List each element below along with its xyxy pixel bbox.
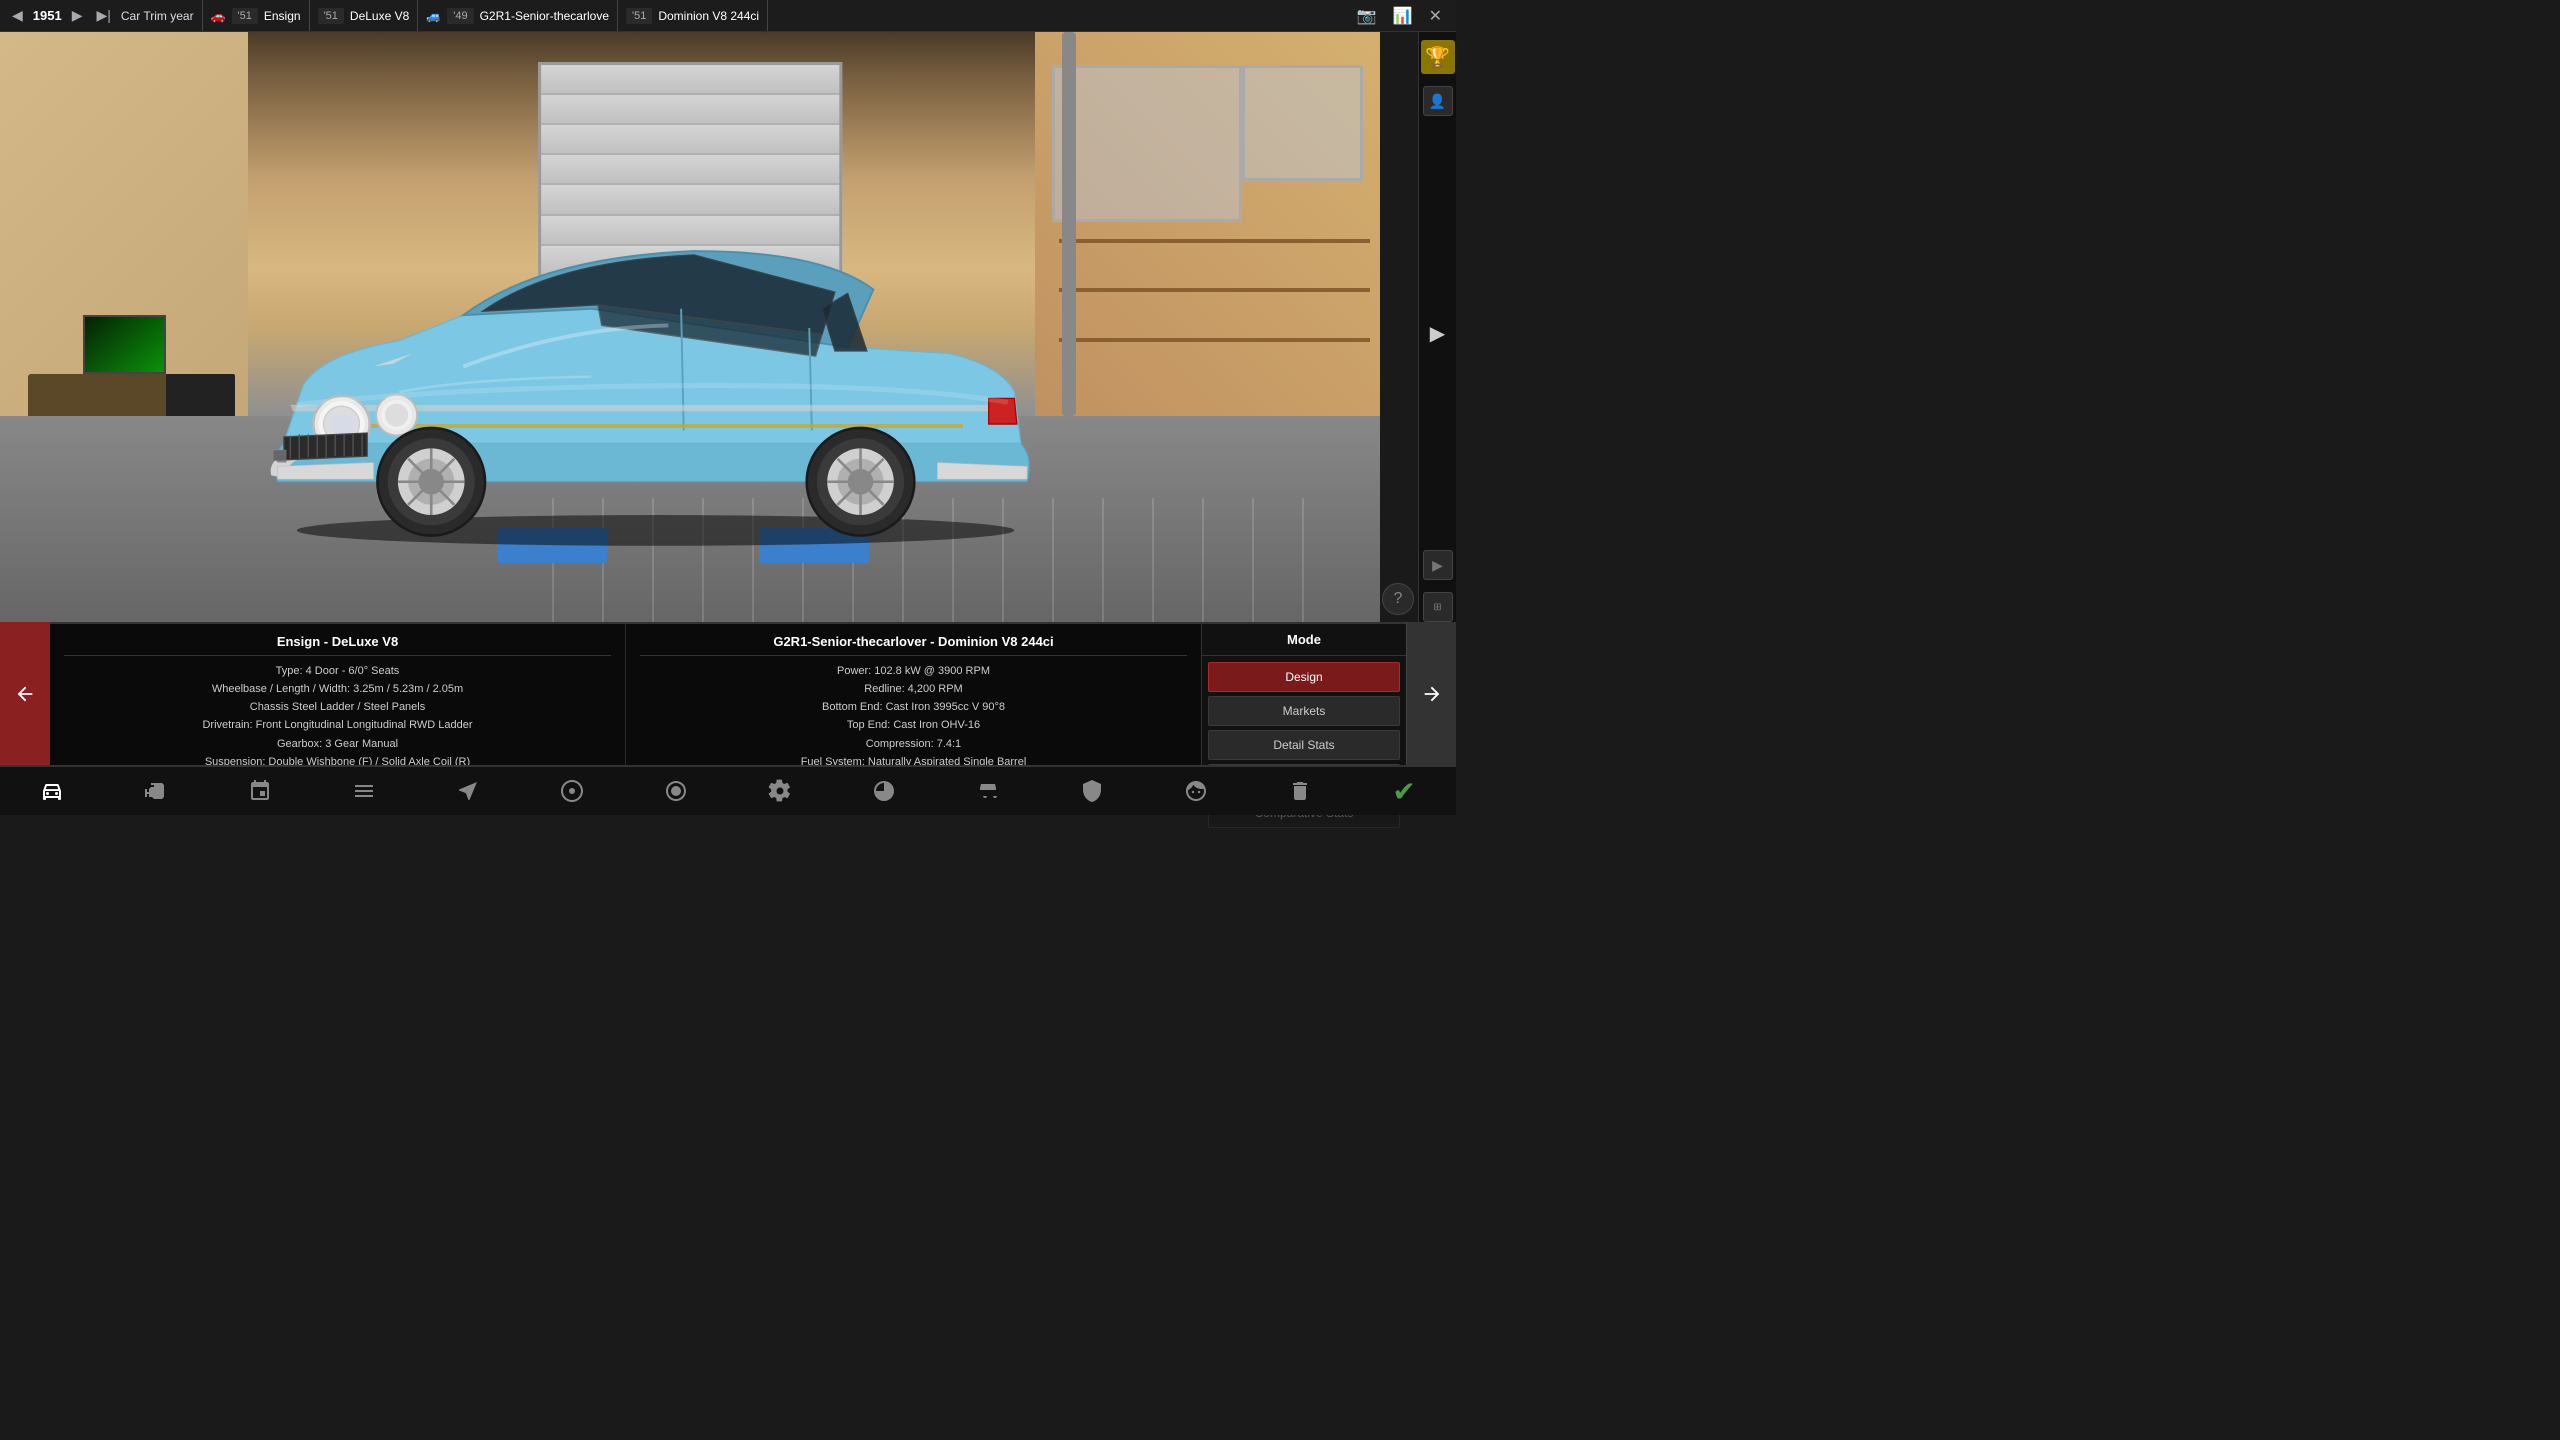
- window-2: [1242, 65, 1363, 181]
- close-btn[interactable]: ✕: [1423, 4, 1448, 28]
- garage-scene: [0, 32, 1380, 622]
- grid-icon-btn[interactable]: ⊞: [1423, 592, 1453, 622]
- toolbar-interior-btn[interactable]: [968, 775, 1008, 807]
- car3-section[interactable]: 🚙 '49 G2R1-Senior-thecarlove: [418, 0, 618, 31]
- trim-year-label: Car Trim year: [121, 9, 194, 23]
- back-nav-btn[interactable]: [0, 622, 50, 765]
- mode-title: Mode: [1202, 624, 1406, 656]
- toolbar-safety-btn[interactable]: [1072, 775, 1112, 807]
- toolbar-brakes-btn[interactable]: [656, 775, 696, 807]
- prev-year-btn[interactable]: ◀: [8, 5, 27, 26]
- skip-year-btn[interactable]: ▶|: [92, 5, 114, 26]
- engine-stat-3: Top End: Cast Iron OHV-16: [640, 716, 1187, 734]
- door-stripe: [541, 95, 839, 125]
- engine-stat-1: Redline: 4,200 RPM: [640, 680, 1187, 698]
- toolbar-drivetrain-btn[interactable]: [864, 775, 904, 807]
- right-side-panel: 🏆 👤 ▶ ▶ ⊞: [1418, 32, 1456, 622]
- car3-name: G2R1-Senior-thecarlove: [480, 9, 609, 23]
- door-stripe: [541, 125, 839, 155]
- car1-year: '51: [232, 8, 258, 24]
- year-display: 1951: [33, 8, 62, 23]
- mode-panel: Mode Design Markets Detail Stats Test Tr…: [1201, 624, 1406, 765]
- car2-name: DeLuxe V8: [350, 9, 409, 23]
- shelf-3: [1059, 338, 1370, 342]
- engine-stat-0: Power: 102.8 kW @ 3900 RPM: [640, 662, 1187, 680]
- trim-stat-0: Type: 4 Door - 6/0° Seats: [64, 662, 611, 680]
- car1-icon: 🚗: [211, 9, 226, 23]
- top-bar-right: 📷 📊 ✕: [1343, 4, 1456, 28]
- trim-stat-2: Chassis Steel Ladder / Steel Panels: [64, 698, 611, 716]
- chevron-right-btn[interactable]: ▶: [1430, 321, 1445, 346]
- bottom-toolbar: ✔: [0, 765, 1456, 815]
- chart-btn[interactable]: 📊: [1387, 4, 1419, 28]
- toolbar-wheels-btn[interactable]: [552, 775, 592, 807]
- engine-stat-4: Compression: 7.4:1: [640, 735, 1187, 753]
- toolbar-aero-btn[interactable]: [448, 775, 488, 807]
- car-display: [207, 187, 1104, 551]
- trim-stat-3: Drivetrain: Front Longitudinal Longitudi…: [64, 716, 611, 734]
- car3-year: '49: [447, 8, 473, 24]
- car1-name: Ensign: [264, 9, 301, 23]
- top-bar: ◀ 1951 ▶ ▶| Car Trim year 🚗 '51 Ensign '…: [0, 0, 1456, 32]
- forward-btn[interactable]: ▶: [1423, 550, 1453, 580]
- bottom-info-section: Ensign - DeLuxe V8 Type: 4 Door - 6/0° S…: [0, 622, 1456, 765]
- trim-info-column: Ensign - DeLuxe V8 Type: 4 Door - 6/0° S…: [50, 624, 626, 765]
- toolbar-engine-btn[interactable]: [136, 775, 176, 807]
- monitor: [83, 315, 166, 374]
- toolbar-trim-btn[interactable]: [32, 775, 72, 807]
- shelf-1: [1059, 239, 1370, 243]
- engine-stat-2: Bottom End: Cast Iron 3995cc V 90°8: [640, 698, 1187, 716]
- next-year-btn[interactable]: ▶: [68, 5, 87, 26]
- shelf-2: [1059, 288, 1370, 292]
- car2-section[interactable]: '51 DeLuxe V8: [310, 0, 419, 31]
- car4-section[interactable]: '51 Dominion V8 244ci: [618, 0, 768, 31]
- trophy-btn[interactable]: 🏆: [1421, 40, 1455, 74]
- toolbar-suspension-btn[interactable]: [344, 775, 384, 807]
- door-stripe: [541, 155, 839, 185]
- door-stripe: [541, 65, 839, 95]
- year-section: ◀ 1951 ▶ ▶| Car Trim year: [0, 0, 203, 31]
- toolbar-gearbox-btn[interactable]: [760, 775, 800, 807]
- trim-stat-1: Wheelbase / Length / Width: 3.25m / 5.23…: [64, 680, 611, 698]
- toolbar-confirm-btn[interactable]: ✔: [1384, 771, 1423, 812]
- car3-icon: 🚙: [426, 9, 441, 23]
- mode-markets-btn[interactable]: Markets: [1208, 696, 1400, 726]
- engine-info-column: G2R1-Senior-thecarlover - Dominion V8 24…: [626, 624, 1201, 765]
- car2-year: '51: [318, 8, 344, 24]
- help-btn[interactable]: ?: [1382, 583, 1414, 615]
- engine-col-title: G2R1-Senior-thecarlover - Dominion V8 24…: [640, 634, 1187, 656]
- scene-background: [0, 32, 1380, 622]
- toolbar-body-btn[interactable]: [240, 775, 280, 807]
- toolbar-exhaust-btn[interactable]: [1280, 775, 1320, 807]
- mode-design-btn[interactable]: Design: [1208, 662, 1400, 692]
- person-icon-btn[interactable]: 👤: [1423, 86, 1453, 116]
- camera-btn[interactable]: 📷: [1351, 4, 1383, 28]
- mode-detail-stats-btn[interactable]: Detail Stats: [1208, 730, 1400, 760]
- car4-year: '51: [626, 8, 652, 24]
- car1-section[interactable]: 🚗 '51 Ensign: [203, 0, 310, 31]
- forward-nav-btn[interactable]: [1406, 622, 1456, 765]
- info-main: Ensign - DeLuxe V8 Type: 4 Door - 6/0° S…: [50, 622, 1406, 765]
- toolbar-tech-btn[interactable]: [1176, 775, 1216, 807]
- car4-name: Dominion V8 244ci: [658, 9, 759, 23]
- trim-stat-4: Gearbox: 3 Gear Manual: [64, 735, 611, 753]
- trim-col-title: Ensign - DeLuxe V8: [64, 634, 611, 656]
